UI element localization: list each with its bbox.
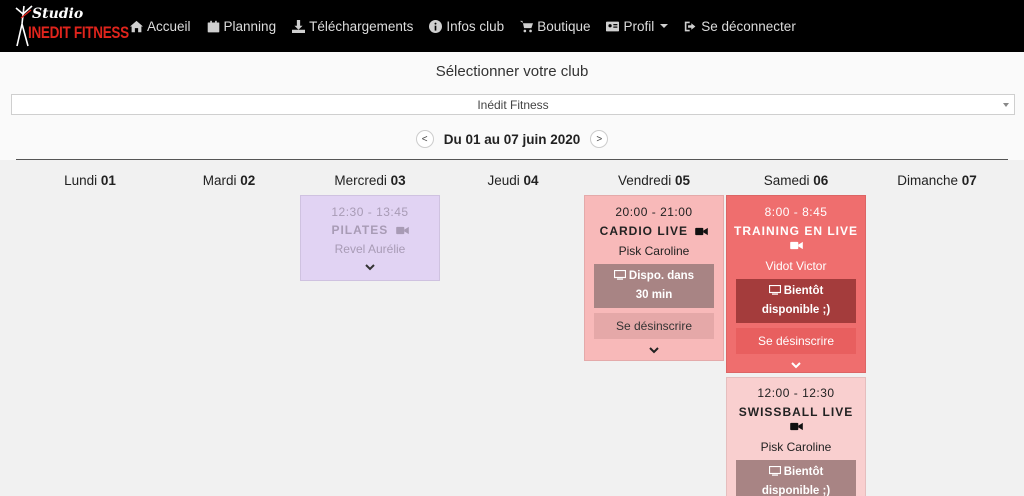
nav-telechargements[interactable]: Téléchargements — [292, 19, 413, 34]
header-divider — [16, 159, 1008, 160]
unsubscribe-button[interactable]: Se désinscrire — [594, 313, 714, 339]
chevron-down-icon[interactable] — [365, 262, 375, 272]
class-time: 12:00 - 12:30 — [757, 386, 835, 400]
nav-telechargements-label: Téléchargements — [309, 18, 414, 34]
desktop-screen-icon — [768, 466, 781, 476]
video-camera-icon — [395, 226, 409, 235]
live-access-button[interactable]: Dispo. dans 30 min — [594, 264, 714, 308]
club-select-title: Sélectionner votre club — [435, 63, 589, 80]
day-header-lundi: Lundi 01 — [64, 173, 116, 188]
shopping-cart-icon — [520, 20, 534, 32]
day-header-mardi: Mardi 02 — [202, 173, 256, 188]
top-navbar: Studio INEDIT FITNESS Accueil Planning T… — [0, 0, 1024, 52]
download-icon — [292, 19, 306, 33]
nav-accueil-label: Accueil — [147, 18, 191, 34]
video-camera-icon — [789, 422, 803, 431]
class-name: PILATES — [301, 223, 439, 237]
class-time: 8:00 - 8:45 — [764, 205, 828, 219]
live-access-button[interactable]: Bientôt disponible ;) — [736, 460, 856, 496]
desktop-screen-icon — [768, 285, 781, 295]
day-header-samedi: Samedi 06 — [763, 173, 829, 188]
nav-infos-club[interactable]: Infos club — [429, 19, 504, 34]
class-time: 12:30 - 13:45 — [331, 205, 409, 219]
class-coach: Revel Aurélie — [334, 242, 406, 256]
day-header-vendredi: Vendredi 05 — [617, 173, 691, 188]
brand-name-text: INEDIT FITNESS — [28, 23, 129, 42]
club-select[interactable]: Inédit Fitness — [11, 94, 1015, 115]
select-arrow-icon — [1003, 103, 1009, 107]
id-card-icon — [606, 21, 620, 31]
nav-se-deconnecter[interactable]: Se déconnecter — [684, 19, 796, 34]
video-camera-icon — [789, 241, 803, 250]
home-icon — [130, 20, 143, 32]
class-coach: Pisk Caroline — [618, 244, 690, 258]
week-navigation: < Du 01 au 07 juin 2020 > — [0, 128, 1024, 150]
class-name: SWISSBALL LIVE — [727, 405, 865, 433]
prev-week-button[interactable]: < — [415, 130, 434, 148]
club-select-value: Inédit Fitness — [477, 97, 549, 112]
nav-boutique-label: Boutique — [537, 18, 591, 34]
nav-accueil[interactable]: Accueil — [130, 19, 191, 34]
day-header-jeudi: Jeudi 04 — [487, 173, 539, 188]
brand-logo[interactable]: Studio INEDIT FITNESS — [12, 4, 129, 48]
class-card-training-en-live[interactable]: 8:00 - 8:45 TRAINING EN LIVE Vidot Victo… — [726, 195, 866, 373]
unsubscribe-button[interactable]: Se désinscrire — [736, 328, 856, 354]
brand-studio-text: Studio — [32, 6, 84, 22]
nav-profil-dropdown[interactable]: Profil — [606, 18, 669, 34]
nav-planning[interactable]: Planning — [207, 18, 277, 34]
caret-down-icon — [660, 24, 669, 28]
nav-se-deconnecter-label: Se déconnecter — [701, 18, 796, 34]
next-week-button[interactable]: > — [590, 130, 609, 148]
desktop-screen-icon — [613, 270, 626, 280]
chevron-down-icon[interactable] — [649, 345, 659, 355]
class-card-pilates[interactable]: 12:30 - 13:45 PILATES Revel Aurélie — [300, 195, 440, 281]
class-name: CARDIO LIVE — [585, 224, 723, 238]
live-access-button[interactable]: Bientôt disponible ;) — [736, 279, 856, 323]
nav-planning-label: Planning — [223, 18, 277, 34]
week-label: Du 01 au 07 juin 2020 — [443, 131, 581, 147]
sign-out-icon — [685, 21, 696, 31]
day-header-mercredi: Mercredi 03 — [334, 173, 406, 188]
class-card-swissball-live[interactable]: 12:00 - 12:30 SWISSBALL LIVE Pisk Caroli… — [726, 377, 866, 496]
chevron-down-icon[interactable] — [791, 360, 801, 370]
calendar-icon — [207, 20, 219, 32]
class-card-cardio-live[interactable]: 20:00 - 21:00 CARDIO LIVE Pisk Caroline … — [584, 195, 724, 361]
info-circle-icon — [429, 19, 443, 33]
day-header-dimanche: Dimanche 07 — [897, 173, 977, 188]
class-coach: Pisk Caroline — [760, 440, 832, 454]
class-time: 20:00 - 21:00 — [615, 205, 693, 219]
nav-profil-label: Profil — [623, 18, 655, 34]
class-coach: Vidot Victor — [765, 259, 827, 273]
nav-boutique[interactable]: Boutique — [520, 19, 590, 34]
chevron-left-icon: < — [421, 133, 428, 145]
video-camera-icon — [695, 227, 709, 236]
nav-infos-club-label: Infos club — [446, 18, 505, 34]
class-name: TRAINING EN LIVE — [727, 224, 865, 252]
chevron-right-icon: > — [596, 133, 603, 145]
